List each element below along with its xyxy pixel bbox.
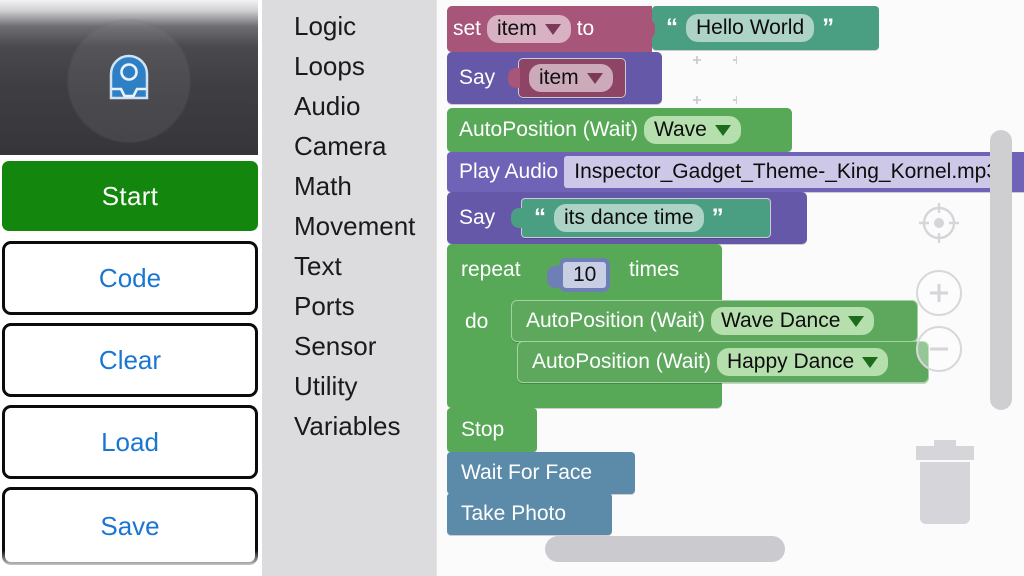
string-value-field[interactable]: Hello World (686, 14, 815, 42)
category-item-loops[interactable]: Loops (294, 46, 436, 86)
category-item-variables[interactable]: Variables (294, 406, 436, 446)
block-take-photo-label: Take Photo (461, 502, 567, 525)
block-stop[interactable]: Stop (447, 408, 537, 452)
save-button[interactable]: Save (2, 487, 258, 565)
block-say-prefix: Say (459, 66, 496, 89)
block-plug (511, 208, 523, 228)
start-button-label: Start (101, 180, 159, 211)
block-variable-item[interactable]: item (518, 58, 626, 98)
block-plug (547, 266, 561, 288)
variable-dropdown-item[interactable]: item (487, 15, 571, 43)
block-autoposition-wave[interactable]: AutoPosition (Wait) Wave (447, 108, 792, 152)
chevron-down-icon (862, 356, 879, 368)
block-set-variable[interactable]: set item to (447, 6, 652, 52)
center-workspace-button[interactable] (916, 200, 962, 246)
category-item-text[interactable]: Text (294, 246, 436, 286)
chevron-down-icon (586, 72, 603, 84)
block-wait-for-face-label: Wait For Face (461, 461, 593, 484)
category-item-utility[interactable]: Utility (294, 366, 436, 406)
load-button-label: Load (101, 426, 159, 457)
pose-dropdown-happy-dance[interactable]: Happy Dance (716, 348, 889, 376)
pose-dropdown-wave-dance[interactable]: Wave Dance (710, 307, 875, 335)
nested-autoposition-prefix-2: AutoPosition (Wait) (532, 350, 711, 373)
block-stop-label: Stop (461, 418, 505, 441)
block-autoposition-wave-dance[interactable]: AutoPosition (Wait) Wave Dance (511, 300, 918, 342)
trash-can-icon[interactable] (914, 438, 976, 526)
code-button-label: Code (98, 262, 162, 293)
category-item-math[interactable]: Math (294, 166, 436, 206)
block-play-audio[interactable]: Play Audio Inspector_Gadget_Theme-_King_… (447, 152, 1024, 192)
block-repeat-prefix: repeat (461, 258, 521, 281)
category-item-audio[interactable]: Audio (294, 86, 436, 126)
string-value-field-2[interactable]: its dance time (554, 204, 704, 232)
left-control-panel: Start Code Clear Load Save (0, 0, 262, 576)
plus-icon (930, 284, 948, 302)
close-quote-icon: ” (822, 14, 835, 41)
chevron-down-icon (848, 315, 865, 327)
variable-dropdown-item-2[interactable]: item (529, 64, 613, 92)
zoom-in-button[interactable] (916, 270, 962, 316)
zoom-out-button[interactable] (916, 326, 962, 372)
block-do-label: do (465, 310, 489, 333)
chevron-down-icon (544, 23, 561, 35)
start-button[interactable]: Start (2, 161, 258, 231)
save-button-label: Save (100, 510, 160, 541)
robot-blockly-app: Start Code Clear Load Save Logic Loops A… (0, 0, 1024, 576)
robot-head-icon (109, 54, 149, 99)
block-string-hello-world[interactable]: “ Hello World ” (652, 6, 879, 50)
category-item-logic[interactable]: Logic (294, 6, 436, 46)
load-button[interactable]: Load (2, 405, 258, 479)
blocks-workspace[interactable]: set item to “ Hello World ” Say item Aut… (436, 0, 1024, 576)
block-category-menu: Logic Loops Audio Camera Math Movement T… (262, 0, 436, 576)
block-socket (643, 19, 655, 39)
block-wait-for-face[interactable]: Wait For Face (447, 452, 635, 494)
block-set-connector: to (576, 17, 595, 40)
pose-dropdown-wave[interactable]: Wave (643, 116, 741, 144)
repeat-count-field[interactable]: 10 (559, 258, 611, 292)
code-button[interactable]: Code (2, 241, 258, 315)
block-play-audio-prefix: Play Audio (459, 160, 559, 183)
block-set-prefix: set (453, 17, 482, 40)
block-repeat-suffix: times (629, 258, 680, 281)
chevron-down-icon (714, 124, 731, 136)
block-say-text-prefix: Say (459, 206, 496, 229)
category-item-movement[interactable]: Movement (294, 206, 436, 246)
minus-icon (930, 347, 948, 351)
block-plug (508, 68, 520, 88)
block-autoposition-happy-dance[interactable]: AutoPosition (Wait) Happy Dance (517, 341, 929, 383)
open-quote-icon: “ (534, 204, 546, 231)
nested-autoposition-prefix: AutoPosition (Wait) (526, 309, 705, 332)
block-autoposition-prefix: AutoPosition (Wait) (459, 118, 638, 141)
clear-button[interactable]: Clear (2, 323, 258, 397)
vertical-scrollbar[interactable] (990, 130, 1012, 410)
clear-button-label: Clear (98, 344, 162, 375)
block-take-photo[interactable]: Take Photo (447, 493, 612, 535)
close-quote-icon: ” (711, 204, 724, 231)
category-item-camera[interactable]: Camera (294, 126, 436, 166)
category-item-sensor[interactable]: Sensor (294, 326, 436, 366)
audio-file-field[interactable]: Inspector_Gadget_Theme-_King_Kornel.mp3 (564, 156, 1009, 188)
open-quote-icon: “ (666, 14, 678, 41)
camera-preview[interactable] (0, 0, 258, 155)
category-item-ports[interactable]: Ports (294, 286, 436, 326)
horizontal-scrollbar[interactable] (545, 536, 785, 562)
block-string-dance-time[interactable]: “ its dance time ” (521, 198, 771, 238)
